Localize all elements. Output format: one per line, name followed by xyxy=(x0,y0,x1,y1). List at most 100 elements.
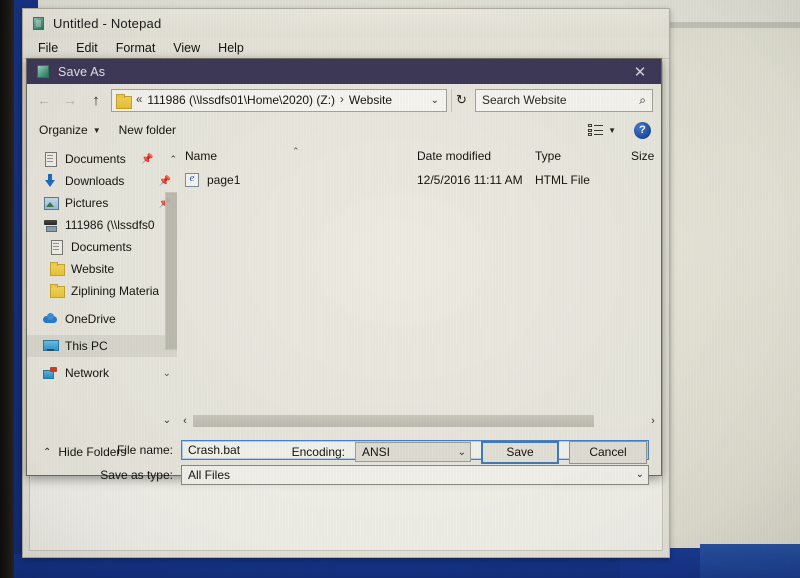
dialog-actions: ⌃ Hide Folders Encoding: ANSI ⌄ Save Can… xyxy=(27,429,661,475)
menu-format[interactable]: Format xyxy=(107,40,165,56)
menu-edit[interactable]: Edit xyxy=(67,40,107,56)
breadcrumb-folder[interactable]: Website xyxy=(349,93,392,107)
breadcrumb-overflow[interactable]: « xyxy=(136,94,142,106)
document-icon xyxy=(49,240,64,255)
view-options-button[interactable]: ▼ xyxy=(588,124,616,136)
pin-icon: 📌 xyxy=(158,175,171,187)
cloud-icon xyxy=(43,312,58,326)
dialog-title: Save As xyxy=(58,64,106,79)
encoding-label: Encoding: xyxy=(291,445,345,459)
this-pc-icon xyxy=(43,339,59,353)
new-folder-button[interactable]: New folder xyxy=(119,123,176,137)
network-drive-icon xyxy=(43,218,58,232)
column-headers: Name Date modified Type Size ⌃ xyxy=(177,144,661,168)
scrollbar-thumb[interactable] xyxy=(193,414,594,427)
column-header-name[interactable]: Name xyxy=(185,149,417,163)
desktop-background-corner xyxy=(700,544,800,578)
screen-photo: Untitled - Notepad File Edit Format View… xyxy=(0,0,800,578)
save-as-dialog: Save As ✕ ← → ↑ « 111986 (\\lssdfs01\Hom… xyxy=(26,58,662,485)
sidebar-item-label: 111986 (\\lssdfs0 xyxy=(65,218,155,232)
notepad-icon xyxy=(31,16,46,31)
save-button[interactable]: Save xyxy=(481,440,559,464)
sidebar-item-network-drive[interactable]: 111986 (\\lssdfs0 xyxy=(27,214,177,236)
sidebar-item-label: OneDrive xyxy=(65,312,116,326)
breadcrumb-drive[interactable]: 111986 (\\lssdfs01\Home\2020) (Z:) xyxy=(147,93,335,107)
refresh-icon[interactable]: ↻ xyxy=(451,88,471,112)
up-button[interactable]: ↑ xyxy=(85,89,107,111)
html-file-icon xyxy=(185,172,199,187)
table-row[interactable]: page1 12/5/2016 11:11 AM HTML File xyxy=(177,168,661,192)
sidebar-item-pictures[interactable]: Pictures 📌 xyxy=(27,192,177,214)
sort-ascending-icon: ⌃ xyxy=(292,146,300,156)
sidebar-item-label: Website xyxy=(71,262,115,276)
sidebar-item-documents-quick[interactable]: Documents 📌 ⌃ xyxy=(27,148,177,170)
sidebar-item-label: This PC xyxy=(65,339,108,353)
notepad-menubar: File Edit Format View Help xyxy=(23,37,669,59)
file-type-cell: HTML File xyxy=(535,173,590,187)
sidebar-item-this-pc[interactable]: This PC xyxy=(27,335,177,357)
file-name-label: page1 xyxy=(207,173,241,187)
chevron-down-icon[interactable]: ⌄ xyxy=(427,95,443,106)
scrollbar-track[interactable] xyxy=(193,414,643,427)
chevron-down-icon[interactable]: ⌄ xyxy=(157,415,177,426)
file-list-pane: Name Date modified Type Size ⌃ page1 12/… xyxy=(177,144,661,434)
back-button[interactable]: ← xyxy=(33,89,55,111)
menu-file[interactable]: File xyxy=(29,40,67,56)
scroll-right-arrow-icon[interactable]: › xyxy=(645,415,661,427)
sidebar-item-label: Ziplining Materia xyxy=(71,284,160,298)
sidebar-item-documents[interactable]: Documents xyxy=(27,236,177,258)
navigation-sidebar: Documents 📌 ⌃ Downloads 📌 Pictures 📌 xyxy=(27,144,177,434)
list-view-icon xyxy=(588,124,604,136)
sidebar-item-label: Pictures xyxy=(65,196,109,210)
column-header-type[interactable]: Type xyxy=(535,149,631,163)
help-icon[interactable]: ? xyxy=(634,121,651,139)
forward-button[interactable]: → xyxy=(59,89,81,111)
folder-icon xyxy=(49,284,65,298)
dialog-content: Documents 📌 ⌃ Downloads 📌 Pictures 📌 xyxy=(27,144,661,434)
sidebar-item-label: Documents xyxy=(71,240,132,254)
menu-help[interactable]: Help xyxy=(209,40,253,56)
sidebar-scrollbar-thumb[interactable] xyxy=(165,192,177,350)
search-icon: ⌕ xyxy=(639,92,646,107)
chevron-down-icon: ▼ xyxy=(92,125,101,135)
document-icon xyxy=(43,152,58,167)
download-icon xyxy=(43,174,58,188)
hide-folders-button[interactable]: ⌃ Hide Folders xyxy=(43,445,126,459)
folder-icon xyxy=(49,262,65,276)
sidebar-item-label: Documents xyxy=(65,152,126,166)
notepad-titlebar: Untitled - Notepad xyxy=(23,9,669,37)
file-date-cell: 12/5/2016 11:11 AM xyxy=(417,173,523,187)
column-header-size[interactable]: Size xyxy=(631,149,661,163)
close-icon[interactable]: ✕ xyxy=(619,59,661,84)
file-name-cell: page1 xyxy=(185,172,417,187)
organize-label: Organize xyxy=(39,123,88,137)
sidebar-item-network[interactable]: Network ⌄ xyxy=(27,362,177,384)
search-placeholder: Search Website xyxy=(482,93,567,107)
breadcrumb-separator: › xyxy=(340,94,344,106)
scroll-left-arrow-icon[interactable]: ‹ xyxy=(177,415,193,427)
chevron-up-icon: ⌃ xyxy=(43,446,52,458)
chevron-down-icon: ▼ xyxy=(608,125,616,135)
sidebar-item-onedrive[interactable]: OneDrive xyxy=(27,308,177,330)
search-input[interactable]: Search Website ⌕ xyxy=(475,88,653,112)
cancel-button[interactable]: Cancel xyxy=(569,440,647,464)
encoding-value: ANSI xyxy=(362,445,391,459)
address-bar[interactable]: « 111986 (\\lssdfs01\Home\2020) (Z:) › W… xyxy=(111,88,447,112)
chevron-up-icon[interactable]: ⌃ xyxy=(169,154,177,165)
navigation-row: ← → ↑ « 111986 (\\lssdfs01\Home\2020) (Z… xyxy=(27,84,661,116)
column-header-date[interactable]: Date modified xyxy=(417,149,535,163)
chevron-down-icon[interactable]: ⌄ xyxy=(163,368,171,379)
menu-view[interactable]: View xyxy=(164,40,209,56)
folder-icon xyxy=(116,93,132,109)
sidebar-item-ziplining-materials[interactable]: Ziplining Materia xyxy=(27,280,177,302)
sidebar-item-website[interactable]: Website xyxy=(27,258,177,280)
sidebar-item-label: Downloads xyxy=(65,174,125,188)
encoding-select[interactable]: ANSI ⌄ xyxy=(355,442,471,462)
network-icon xyxy=(43,366,58,380)
wall-background xyxy=(664,28,800,556)
chevron-down-icon: ⌄ xyxy=(457,446,466,458)
sidebar-item-downloads[interactable]: Downloads 📌 xyxy=(27,170,177,192)
horizontal-scrollbar[interactable]: ⌄ ‹ › xyxy=(27,411,661,430)
organize-button[interactable]: Organize ▼ xyxy=(39,123,101,137)
notepad-title: Untitled - Notepad xyxy=(53,15,162,31)
